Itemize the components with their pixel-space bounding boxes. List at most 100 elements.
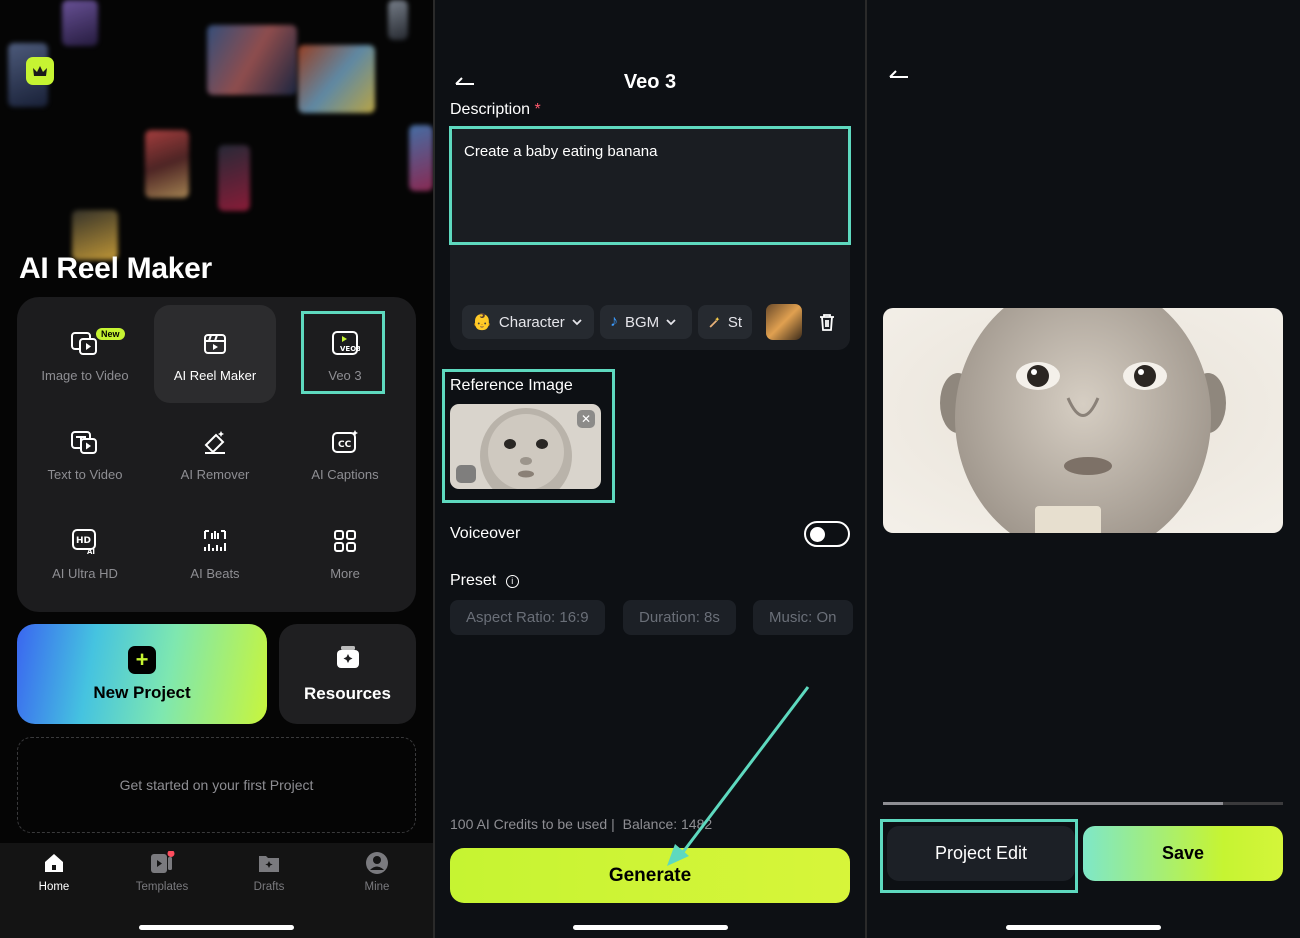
tool-ai-reel-maker[interactable]: AI Reel Maker	[154, 305, 276, 403]
bg-thumbnail	[207, 25, 297, 95]
svg-text:HD: HD	[76, 536, 91, 546]
text-to-video-icon	[68, 425, 102, 459]
required-mark: *	[534, 101, 540, 118]
tool-label: Image to Video	[41, 368, 128, 383]
home-indicator	[139, 925, 294, 930]
page-title: Veo 3	[435, 71, 865, 94]
premium-crown-icon[interactable]	[26, 57, 54, 85]
bg-thumbnail	[388, 0, 408, 40]
home-screen: AI Reel Maker Image to Video New AI Reel…	[0, 0, 433, 938]
bottom-tab-bar: Home Templates Drafts Mine	[0, 843, 433, 938]
tool-ai-ultra-hd[interactable]: HD AI AI Ultra HD	[24, 503, 146, 601]
tab-label: Home	[39, 881, 70, 893]
description-label-text: Description	[450, 101, 530, 118]
credits-text: 100 AI Credits to be used |	[450, 816, 615, 832]
description-highlight-box	[449, 126, 851, 245]
tool-more[interactable]: More	[284, 503, 406, 601]
preset-aspect-ratio[interactable]: Aspect Ratio: 16:9	[450, 600, 605, 635]
tab-drafts[interactable]: Drafts	[219, 851, 319, 893]
preset-duration[interactable]: Duration: 8s	[623, 600, 736, 635]
tool-label: AI Ultra HD	[52, 566, 118, 581]
eraser-icon	[198, 425, 232, 459]
project-edit-highlight-box	[880, 819, 1078, 893]
tool-label: More	[330, 566, 360, 581]
magic-wand-icon	[708, 313, 721, 331]
tool-ai-remover[interactable]: AI Remover	[154, 404, 276, 502]
veo3-screen: Veo 3 Description * Create a baby eating…	[435, 0, 865, 938]
tab-mine[interactable]: Mine	[327, 851, 427, 893]
chip-label: BGM	[625, 314, 659, 331]
music-note-icon: ♪	[610, 313, 618, 331]
profile-icon	[365, 851, 389, 875]
empty-projects-placeholder: Get started on your first Project	[17, 737, 416, 833]
description-label: Description *	[450, 101, 541, 119]
chevron-down-icon	[665, 318, 677, 326]
generate-button[interactable]: Generate	[450, 848, 850, 903]
preset-label: Preset i	[450, 572, 519, 590]
tab-templates[interactable]: Templates	[112, 851, 212, 893]
chevron-down-icon	[571, 318, 583, 326]
reel-maker-icon	[198, 326, 232, 360]
tool-image-to-video[interactable]: Image to Video New	[24, 305, 146, 403]
voiceover-label: Voiceover	[450, 525, 520, 543]
svg-text:CC: CC	[338, 440, 352, 450]
tool-label: AI Remover	[181, 467, 250, 482]
result-screen: Project Edit Save	[867, 0, 1300, 938]
beats-icon	[198, 524, 232, 558]
captions-icon: CC	[328, 425, 362, 459]
tool-ai-captions[interactable]: CC AI Captions	[284, 404, 406, 502]
tool-label: Text to Video	[48, 467, 123, 482]
resources-label: Resources	[304, 684, 391, 704]
new-project-button[interactable]: + New Project	[17, 624, 267, 724]
balance-text: Balance: 1482	[623, 816, 713, 832]
tab-label: Templates	[136, 881, 188, 893]
progress-fill	[883, 802, 1223, 805]
bg-thumbnail	[62, 0, 98, 46]
resources-button[interactable]: Resources	[279, 624, 416, 724]
templates-icon	[149, 851, 175, 875]
tool-text-to-video[interactable]: Text to Video	[24, 404, 146, 502]
bg-thumbnail	[298, 45, 375, 113]
page-title: AI Reel Maker	[19, 252, 212, 286]
chip-label: St	[728, 314, 742, 331]
bgm-chip[interactable]: ♪ BGM	[600, 305, 692, 339]
info-icon[interactable]: i	[506, 575, 519, 588]
delete-icon[interactable]	[817, 312, 837, 337]
voiceover-toggle[interactable]	[804, 521, 850, 547]
tool-ai-beats[interactable]: AI Beats	[154, 503, 276, 601]
bg-thumbnail	[145, 130, 189, 198]
preset-music[interactable]: Music: On	[753, 600, 853, 635]
back-arrow-icon[interactable]	[887, 57, 911, 88]
home-icon	[42, 851, 66, 875]
character-chip[interactable]: 👶 Character	[462, 305, 594, 339]
new-badge: New	[96, 328, 125, 340]
save-button[interactable]: Save	[1083, 826, 1283, 881]
veo3-highlight-box	[301, 311, 385, 394]
svg-text:AI: AI	[87, 548, 95, 555]
grid-icon	[328, 524, 362, 558]
character-avatar-icon: 👶	[472, 312, 492, 332]
tab-label: Drafts	[254, 881, 285, 893]
style-thumbnail[interactable]	[766, 304, 802, 340]
new-project-label: New Project	[93, 683, 190, 703]
resources-icon	[334, 644, 362, 675]
tool-label: AI Reel Maker	[174, 368, 256, 383]
reference-highlight-box	[442, 369, 615, 503]
credits-info: 100 AI Credits to be used | Balance: 148…	[450, 816, 712, 832]
tool-label: AI Captions	[311, 467, 378, 482]
hd-icon: HD AI	[68, 524, 102, 558]
bg-thumbnail	[218, 145, 250, 211]
tool-label: AI Beats	[190, 566, 239, 581]
generation-progress-bar	[883, 802, 1283, 805]
tab-home[interactable]: Home	[4, 851, 104, 893]
empty-state-text: Get started on your first Project	[120, 777, 314, 793]
preset-label-text: Preset	[450, 572, 496, 589]
bg-thumbnail	[409, 125, 433, 191]
home-indicator	[1006, 925, 1161, 930]
style-chip[interactable]: St	[698, 305, 752, 339]
home-indicator	[573, 925, 728, 930]
chip-label: Character	[499, 314, 565, 331]
drafts-icon	[257, 851, 281, 875]
plus-icon: +	[128, 646, 156, 674]
video-preview[interactable]	[883, 308, 1283, 533]
